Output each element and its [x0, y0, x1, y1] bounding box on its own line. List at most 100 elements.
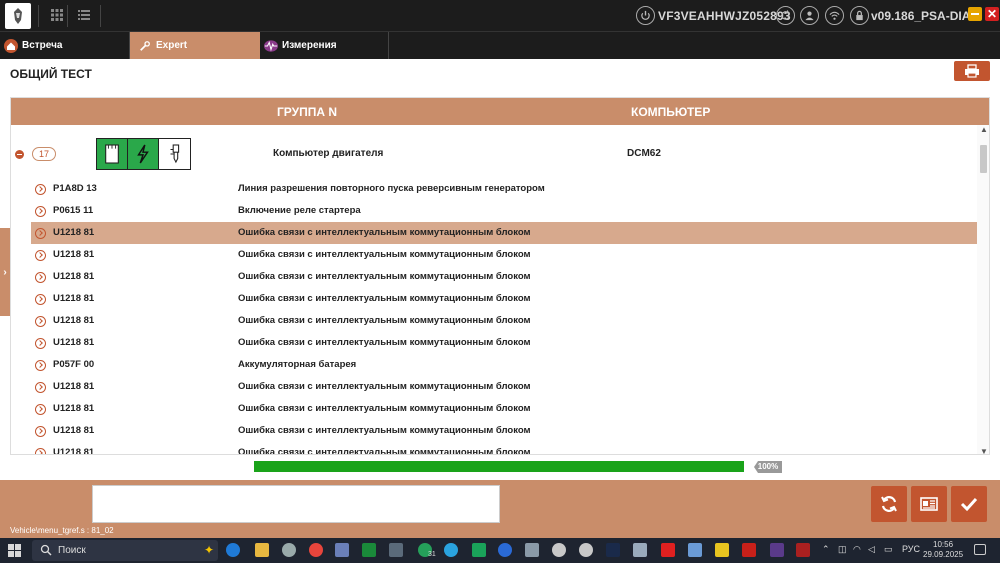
fault-row[interactable]: U1218 81 Ошибка связи с интеллектуальным … [31, 420, 977, 442]
wifi-icon[interactable]: ◠ [853, 544, 861, 555]
calculator-icon[interactable] [389, 543, 403, 557]
clock[interactable]: 10:56 29.09.2025 [923, 540, 963, 560]
user-icon[interactable] [800, 6, 819, 25]
app-icon[interactable] [498, 543, 512, 557]
fault-row[interactable]: U1218 81 Ошибка связи с интеллектуальным … [31, 398, 977, 420]
wifi-icon[interactable] [825, 6, 844, 25]
group-ecu: DCM62 [627, 148, 661, 159]
expand-arrow-icon[interactable] [35, 426, 46, 437]
youtube-icon[interactable] [661, 543, 675, 557]
language-indicator[interactable]: РУС [902, 544, 920, 554]
fault-row[interactable]: P1A8D 13 Линия разрешения повторного пуск… [31, 178, 977, 200]
fault-row[interactable]: P057F 00 Аккумуляторная батарея [31, 354, 977, 376]
battery-icon[interactable]: ▭ [884, 544, 893, 555]
side-panel-toggle[interactable]: › [0, 228, 10, 316]
fault-row[interactable]: P0615 11 Включение реле стартера [31, 200, 977, 222]
refresh-icon[interactable] [776, 6, 795, 25]
tab-expert[interactable]: Expert [130, 32, 260, 59]
app-icon[interactable] [282, 543, 296, 557]
group-name: Компьютер двигателя [273, 148, 384, 159]
expand-arrow-icon[interactable] [35, 448, 46, 454]
app-icon[interactable] [552, 543, 566, 557]
taskbar-search[interactable]: Поиск ✦ [32, 540, 218, 561]
expand-arrow-icon[interactable] [35, 250, 46, 261]
confirm-button[interactable] [951, 486, 987, 522]
fault-row[interactable]: U1218 81 Ошибка связи с интеллектуальным … [31, 266, 977, 288]
tray-icon[interactable]: ◫ [838, 544, 847, 555]
fault-row[interactable]: U1218 81 Ошибка связи с интеллектуальным … [31, 442, 977, 455]
print-button[interactable] [954, 61, 990, 81]
peugeot-logo [5, 3, 31, 29]
progress-bar [254, 461, 744, 472]
expand-arrow-icon[interactable] [35, 206, 46, 217]
expand-arrow-icon[interactable] [35, 272, 46, 283]
expand-arrow-icon[interactable] [35, 360, 46, 371]
notification-icon[interactable] [974, 544, 986, 555]
app-icon[interactable] [688, 543, 702, 557]
filezilla-icon[interactable] [742, 543, 756, 557]
scroll-thumb[interactable] [980, 145, 987, 173]
time: 10:56 [933, 540, 954, 549]
expand-arrow-icon[interactable] [35, 294, 46, 305]
fault-row[interactable]: U1218 81 Ошибка связи с интеллектуальным … [31, 222, 977, 244]
fault-list: P1A8D 13 Линия разрешения повторного пуск… [31, 178, 977, 455]
power-icon[interactable] [636, 6, 655, 25]
telegram-icon[interactable] [444, 543, 458, 557]
chevron-up-icon[interactable]: ⌃ [822, 544, 830, 555]
grid-view-icon[interactable] [50, 8, 64, 22]
app-icon[interactable] [525, 543, 539, 557]
lock-icon[interactable] [850, 6, 869, 25]
folder-icon[interactable] [255, 543, 269, 557]
fault-row[interactable]: U1218 81 Ошибка связи с интеллектуальным … [31, 288, 977, 310]
expand-arrow-icon[interactable] [35, 184, 46, 195]
tab-label: Expert [156, 40, 188, 51]
group-row[interactable]: 17 Компьютер двигателя DCM62 [11, 134, 976, 174]
volume-icon[interactable]: ◁ [868, 544, 875, 555]
vin-label: VF3VEAHHWJZ052893 [658, 9, 791, 23]
steam-icon[interactable] [606, 543, 620, 557]
tab-measurements[interactable]: Измерения [262, 32, 388, 59]
tab-meeting[interactable]: Встреча [4, 32, 130, 59]
fault-description: Ошибка связи с интеллектуальным коммутац… [238, 227, 531, 238]
app-icon[interactable] [335, 543, 349, 557]
refresh-button[interactable] [871, 486, 907, 522]
fault-description: Линия разрешения повторного пуска реверс… [238, 183, 545, 194]
fault-description: Ошибка связи с интеллектуальным коммутац… [238, 425, 531, 436]
expand-arrow-icon[interactable] [35, 382, 46, 393]
minimize-button[interactable] [968, 7, 982, 21]
scroll-down-icon[interactable]: ▼ [980, 447, 988, 454]
fault-code: U1218 81 [53, 381, 95, 392]
scroll-up-icon[interactable]: ▲ [980, 125, 988, 134]
app-icon[interactable] [796, 543, 810, 557]
expand-arrow-icon[interactable] [35, 228, 46, 239]
app-icon[interactable] [579, 543, 593, 557]
expand-arrow-icon[interactable] [35, 316, 46, 327]
list-view-icon[interactable] [77, 8, 91, 22]
chrome-icon[interactable] [309, 543, 323, 557]
fault-description: Включение реле стартера [238, 205, 361, 216]
report-button[interactable] [911, 486, 947, 522]
collapse-icon[interactable] [15, 150, 24, 159]
table-scrollbar[interactable]: ▲ ▼ [977, 125, 989, 454]
fault-row[interactable]: U1218 81 Ошибка связи с интеллектуальным … [31, 332, 977, 354]
expand-arrow-icon[interactable] [35, 404, 46, 415]
home-icon [4, 38, 18, 53]
fault-code: U1218 81 [53, 315, 95, 326]
lightning-icon [128, 139, 159, 169]
excel-icon[interactable] [362, 543, 376, 557]
app-icon[interactable] [472, 543, 486, 557]
edge-icon[interactable] [226, 543, 240, 557]
app-icon[interactable] [715, 543, 729, 557]
fault-row[interactable]: U1218 81 Ошибка связи с интеллектуальным … [31, 310, 977, 332]
app-icon[interactable] [770, 543, 784, 557]
app-icon[interactable] [633, 543, 647, 557]
fault-code: U1218 81 [53, 447, 95, 455]
message-box [92, 485, 500, 523]
fault-row[interactable]: U1218 81 Ошибка связи с интеллектуальным … [31, 376, 977, 398]
fault-description: Ошибка связи с интеллектуальным коммутац… [238, 315, 531, 326]
fault-code: U1218 81 [53, 271, 95, 282]
fault-row[interactable]: U1218 81 Ошибка связи с интеллектуальным … [31, 244, 977, 266]
close-button[interactable]: ✕ [985, 7, 999, 21]
windows-start-icon[interactable] [8, 544, 21, 557]
expand-arrow-icon[interactable] [35, 338, 46, 349]
